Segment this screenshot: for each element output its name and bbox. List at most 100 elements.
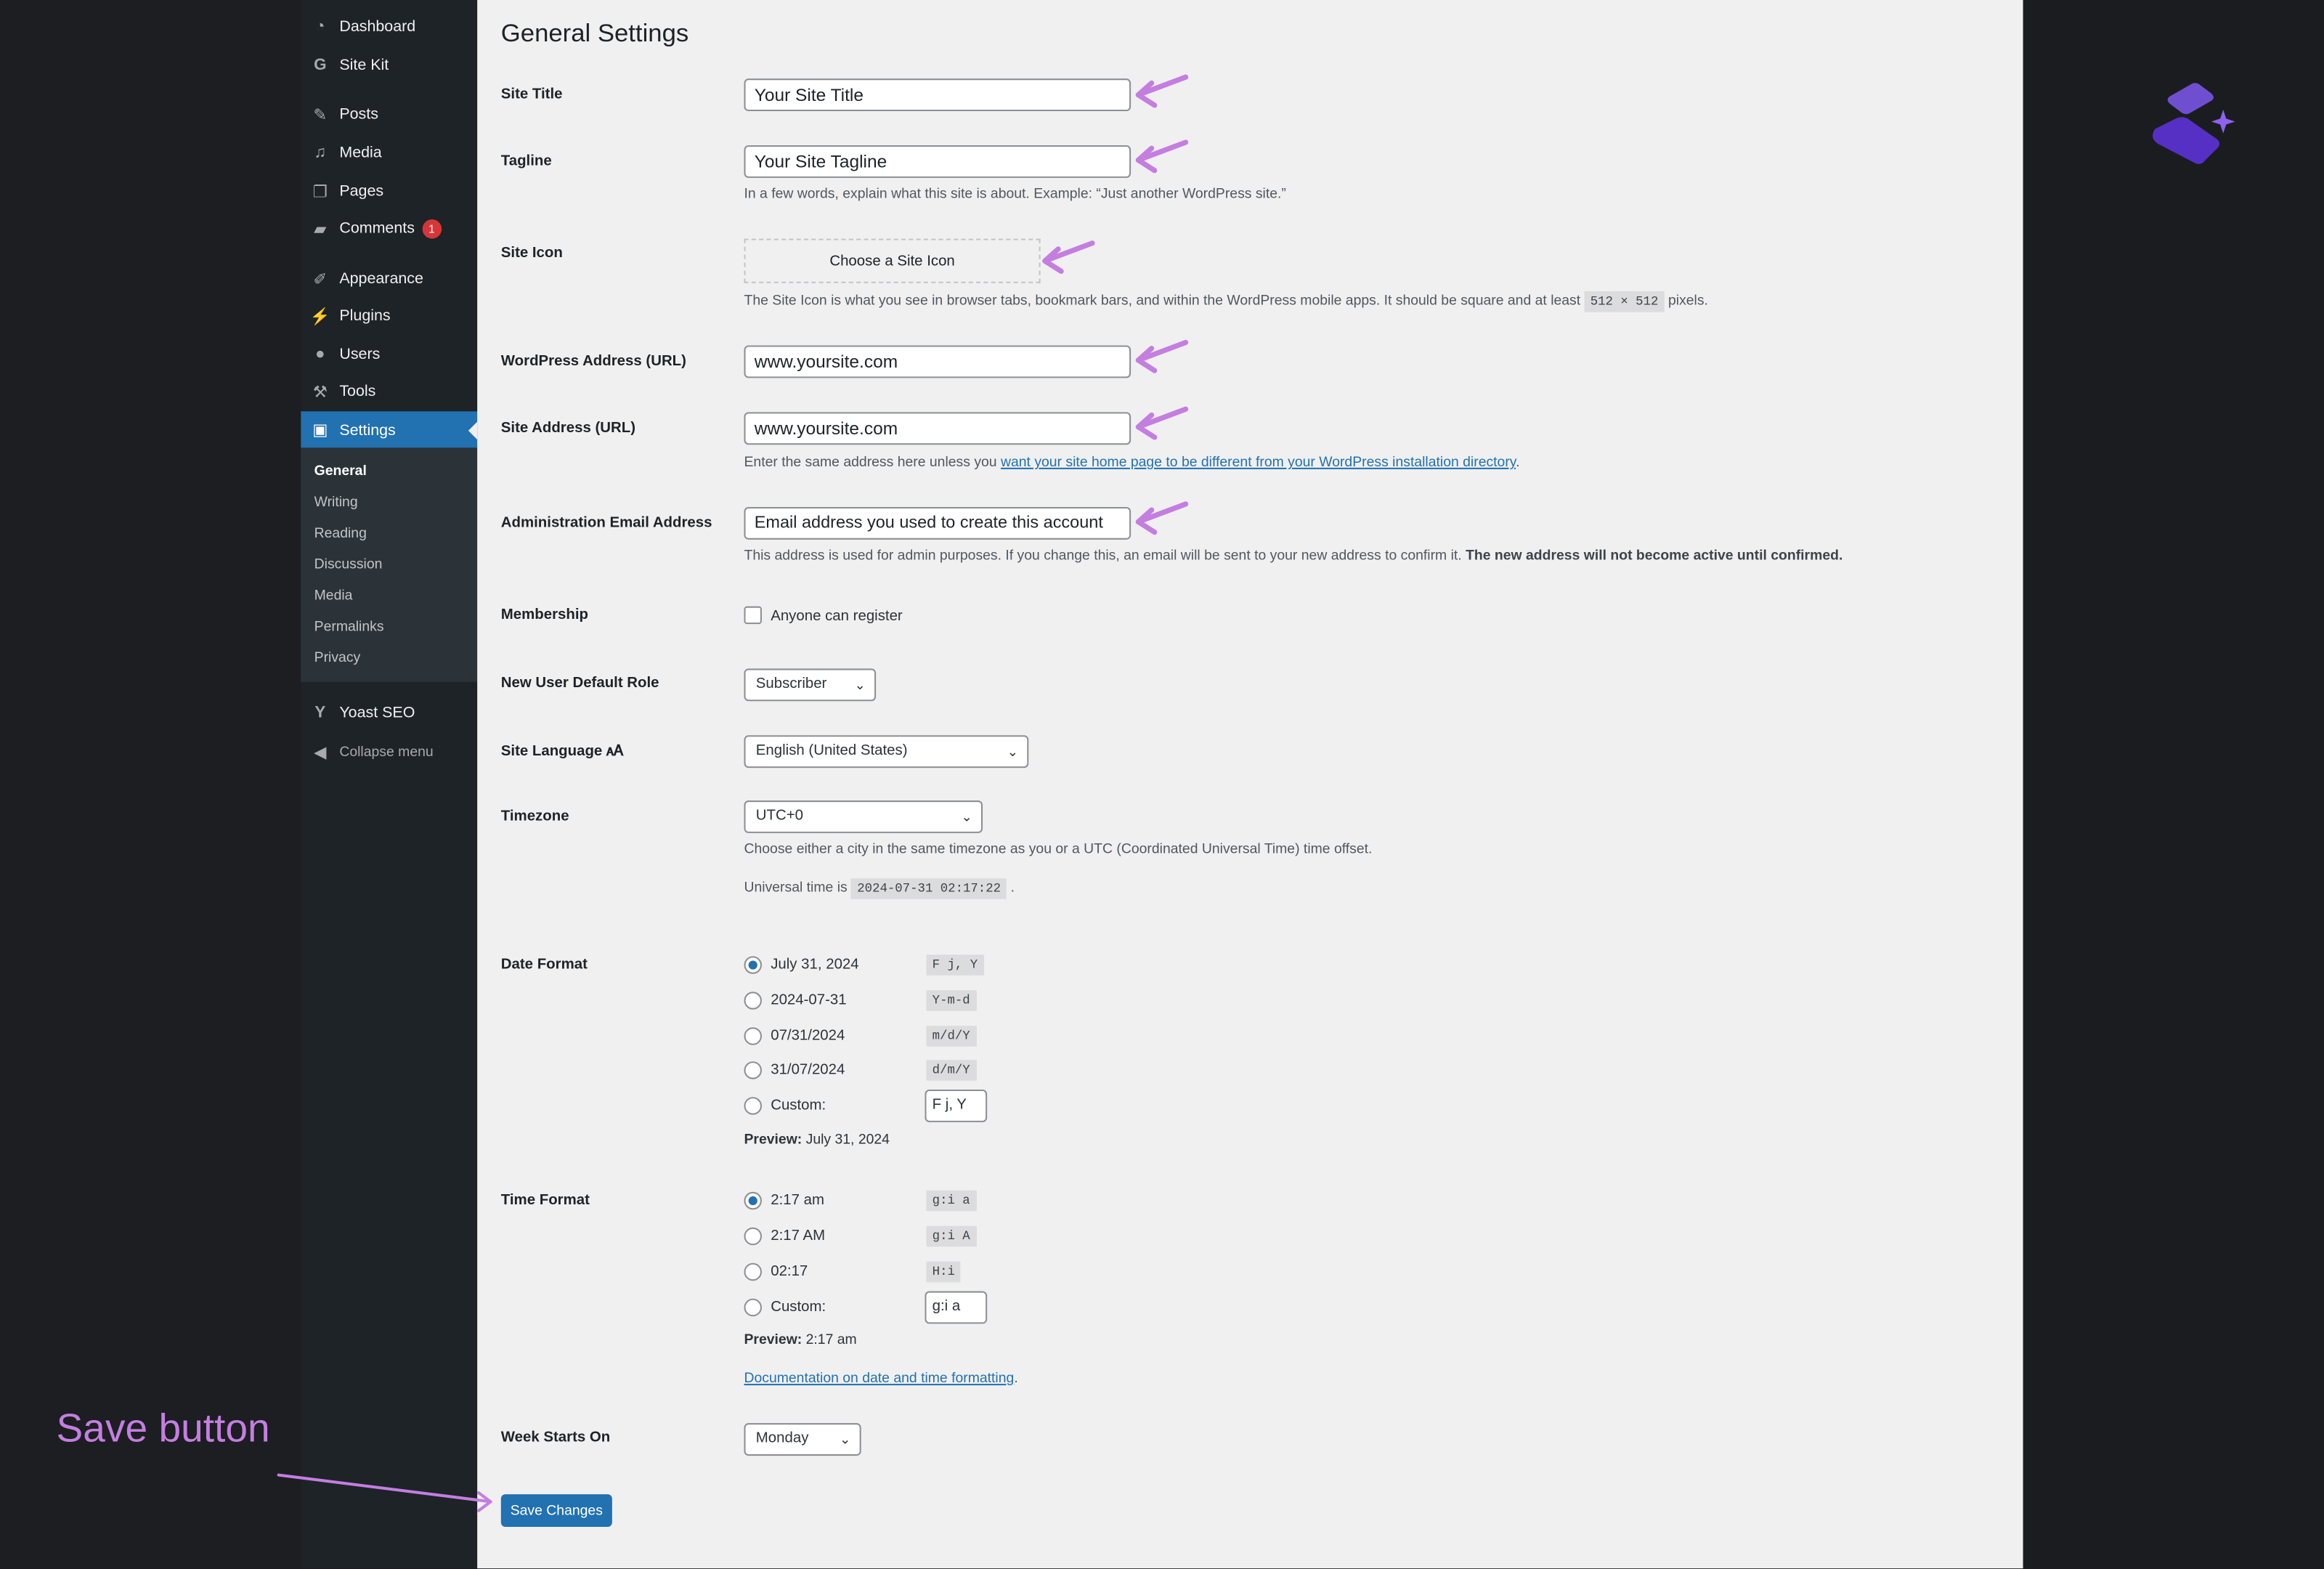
date-format-custom-input[interactable]: F j, Y	[925, 1089, 988, 1122]
week-starts-select[interactable]: Monday ⌄	[744, 1423, 861, 1456]
submenu-permalinks[interactable]: Permalinks	[314, 619, 384, 635]
time-format-radio[interactable]	[744, 1262, 762, 1281]
date-format-option[interactable]: 07/31/2024	[771, 1028, 845, 1044]
sidebar-item-tools[interactable]: ⚒ Tools	[301, 375, 477, 408]
code: 512 × 512	[1584, 291, 1665, 312]
settings-content	[477, 0, 2023, 1569]
time-preview: Preview: 2:17 am	[744, 1332, 856, 1348]
different-home-page-link[interactable]: want your site home page to be different…	[1001, 455, 1516, 471]
yoast-icon: Y	[314, 704, 326, 722]
label: Collapse menu	[339, 743, 434, 760]
button-label: Save Changes	[510, 1502, 603, 1519]
sidebar-item-pages[interactable]: ❐ Pages	[301, 175, 477, 208]
label: Plugins	[339, 307, 391, 325]
plug-icon: ⚡	[309, 307, 330, 325]
time-format-radio[interactable]	[744, 1227, 762, 1246]
time-format-label: Time Format	[500, 1192, 590, 1209]
brush-icon: ✐	[313, 270, 328, 288]
submenu-writing[interactable]: Writing	[314, 495, 358, 511]
date-format-option[interactable]: 31/07/2024	[771, 1062, 845, 1078]
label: Tools	[339, 382, 376, 401]
site-icon-label: Site Icon	[500, 245, 563, 262]
text: pixels.	[1667, 293, 1708, 309]
site-address-label: Site Address (URL)	[500, 420, 636, 437]
date-time-documentation-link[interactable]: Documentation on date and time formattin…	[744, 1371, 1014, 1387]
date-time-doc: Documentation on date and time formattin…	[744, 1371, 1017, 1387]
sidebar-item-appearance[interactable]: ✐ Appearance	[301, 262, 477, 295]
date-preview: Preview: July 31, 2024	[744, 1132, 889, 1148]
label: Posts	[339, 105, 378, 123]
date-format-code: m/d/Y	[926, 1026, 976, 1047]
date-format-radio[interactable]	[744, 992, 762, 1010]
site-address-input[interactable]: www.yoursite.com	[744, 412, 1131, 445]
dashboard-icon: ◔	[315, 17, 325, 36]
time-format-option[interactable]: 2:17 am	[771, 1193, 824, 1209]
media-icon: ♫	[314, 143, 327, 162]
site-title-input[interactable]: Your Site Title	[744, 78, 1131, 112]
choose-site-icon-button[interactable]: Choose a Site Icon	[744, 238, 1041, 283]
admin-email-input[interactable]: Email address you used to create this ac…	[744, 506, 1131, 540]
sidebar-item-plugins[interactable]: ⚡ Plugins	[301, 299, 477, 332]
anyone-can-register-checkbox[interactable]	[744, 606, 762, 625]
date-format-custom-radio[interactable]	[744, 1097, 762, 1115]
sidebar-item-site-kit[interactable]: G Site Kit	[301, 49, 477, 81]
date-format-option[interactable]: 2024-07-31	[771, 992, 846, 1008]
wrench-icon: ⚒	[312, 383, 328, 402]
anyone-can-register-label[interactable]: Anyone can register	[771, 609, 903, 625]
comment-count-badge: 1	[422, 219, 442, 238]
selected-value: UTC+0	[755, 808, 804, 824]
submenu-discussion[interactable]: Discussion	[314, 556, 383, 572]
time-format-code: g:i a	[926, 1190, 976, 1212]
settings-icon: ▣	[312, 421, 328, 440]
timezone-select[interactable]: UTC+0 ⌄	[744, 800, 983, 833]
date-format-radio[interactable]	[744, 956, 762, 974]
brand-logo-icon	[2153, 83, 2235, 164]
wordpress-address-input[interactable]: www.yoursite.com	[744, 345, 1131, 378]
sidebar-item-users[interactable]: ● Users	[301, 338, 477, 370]
date-format-custom-label[interactable]: Custom:	[771, 1098, 826, 1114]
admin-email-label: Administration Email Address	[500, 515, 712, 532]
text: The Site Icon is what you see in browser…	[744, 293, 1581, 309]
time-format-radio[interactable]	[744, 1191, 762, 1210]
label: Comments	[339, 219, 415, 238]
tagline-input[interactable]: Your Site Tagline	[744, 145, 1131, 178]
site-icon-description: The Site Icon is what you see in browser…	[744, 291, 1708, 312]
submenu-privacy[interactable]: Privacy	[314, 650, 361, 666]
time-format-option[interactable]: 2:17 AM	[771, 1228, 825, 1244]
right-backdrop	[2023, 0, 2324, 1569]
sidebar-item-media[interactable]: ♫ Media	[301, 137, 477, 169]
time-format-option[interactable]: 02:17	[771, 1264, 808, 1280]
settings-submenu: General Writing Reading Discussion Media…	[301, 447, 478, 682]
time-format-custom-label[interactable]: Custom:	[771, 1300, 826, 1315]
sidebar-item-yoast[interactable]: Y Yoast SEO	[301, 697, 477, 729]
admin-sidebar: ◔ Dashboard G Site Kit ✎ Posts ♫ Media ❐ Page…	[301, 0, 478, 1569]
value: 2:17 am	[805, 1331, 857, 1349]
collapse-menu-button[interactable]: ◀ Collapse menu	[301, 735, 477, 768]
pages-icon: ❐	[312, 183, 328, 201]
date-format-radio[interactable]	[744, 1061, 762, 1079]
chevron-down-icon: ⌄	[1007, 744, 1019, 759]
sidebar-item-dashboard[interactable]: ◔ Dashboard	[301, 10, 477, 43]
google-g-icon: G	[314, 56, 327, 75]
sidebar-item-comments[interactable]: ▰ Comments 1	[301, 212, 477, 245]
sidebar-item-posts[interactable]: ✎ Posts	[301, 98, 477, 131]
default-role-select[interactable]: Subscriber ⌄	[744, 668, 877, 702]
save-changes-button[interactable]: Save Changes	[500, 1494, 612, 1528]
universal-time: Universal time is 2024-07-31 02:17:22 .	[744, 878, 1015, 899]
date-format-radio[interactable]	[744, 1027, 762, 1045]
submenu-media[interactable]: Media	[314, 588, 353, 604]
sidebar-item-settings[interactable]: ▣ Settings	[301, 411, 478, 449]
time-format-custom-input[interactable]: g:i a	[925, 1291, 988, 1324]
text: .	[1014, 1370, 1018, 1387]
date-format-option[interactable]: July 31, 2024	[771, 957, 858, 973]
submenu-reading[interactable]: Reading	[314, 525, 367, 541]
time-format-custom-radio[interactable]	[744, 1298, 762, 1317]
label: Appearance	[339, 269, 423, 288]
submenu-general[interactable]: General	[314, 463, 367, 479]
time-format-code: g:i A	[926, 1225, 976, 1247]
user-icon: ●	[315, 345, 325, 363]
text: Enter the same address here unless you	[744, 454, 997, 471]
site-language-select[interactable]: English (United States) ⌄	[744, 735, 1029, 769]
chevron-down-icon: ⌄	[840, 1432, 851, 1447]
wordpress-address-label: WordPress Address (URL)	[500, 353, 686, 370]
